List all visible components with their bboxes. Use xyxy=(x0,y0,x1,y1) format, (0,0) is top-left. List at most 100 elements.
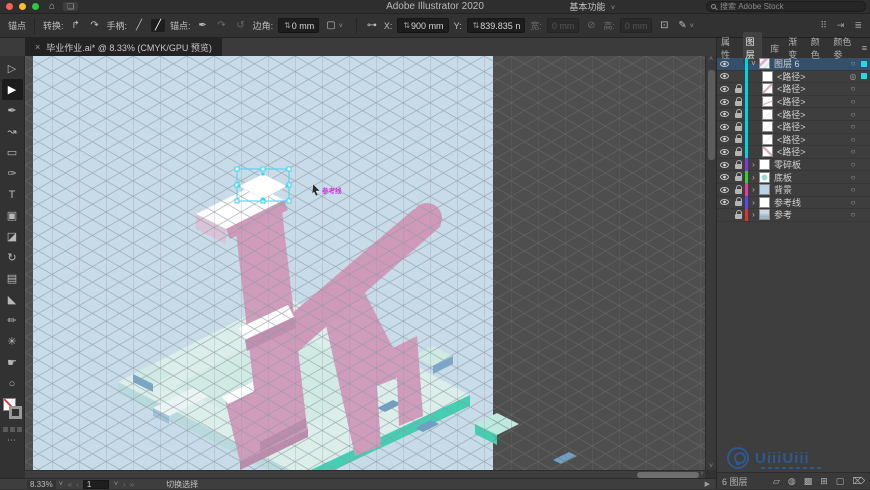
zoom-tool[interactable]: ○ xyxy=(2,373,23,394)
visibility-toggle[interactable] xyxy=(717,136,732,143)
target-circle-icon[interactable]: ○ xyxy=(847,198,859,207)
layer-thumbnail[interactable] xyxy=(762,121,773,133)
layer-name[interactable]: <路径> xyxy=(777,145,847,158)
layer-thumbnail[interactable] xyxy=(759,196,770,208)
minimize-window-button[interactable] xyxy=(19,3,26,10)
remove-anchor-icon[interactable]: ✒ xyxy=(196,19,210,32)
expand-chevron-icon[interactable]: › xyxy=(748,173,759,182)
layer-name[interactable]: 背景 xyxy=(774,183,847,196)
selection-tool[interactable]: ▷ xyxy=(2,58,23,79)
search-input[interactable] xyxy=(720,2,860,11)
zoom-dropdown-icon[interactable]: ˅ xyxy=(59,481,63,488)
layer-thumbnail[interactable] xyxy=(759,209,770,221)
visibility-toggle[interactable] xyxy=(717,85,732,92)
make-mask-icon[interactable]: ▩ xyxy=(804,476,813,487)
layout-switch-icon[interactable]: ❏ xyxy=(63,2,79,11)
layer-row-path[interactable]: <路径> ○ xyxy=(717,133,870,147)
horizontal-scrollbar[interactable]: › xyxy=(25,470,705,478)
hand-tool[interactable]: ☛ xyxy=(2,352,23,373)
lock-toggle[interactable] xyxy=(732,172,745,182)
layer-thumbnail[interactable] xyxy=(759,159,770,171)
reference-point-icon[interactable]: ⊶ xyxy=(365,19,379,32)
fill-stroke-swatches[interactable] xyxy=(2,398,23,424)
visibility-toggle[interactable] xyxy=(717,174,732,181)
scroll-down-icon[interactable]: ˅ xyxy=(709,463,713,470)
artboard-number-field[interactable]: 1 xyxy=(82,479,109,489)
next-artboard-icon[interactable]: › xyxy=(123,480,126,489)
symbol-sprayer-tool[interactable]: ✳ xyxy=(2,331,23,352)
collect-for-export-icon[interactable]: ▱ xyxy=(773,476,780,487)
layer-thumbnail[interactable] xyxy=(759,58,770,70)
expand-chevron-icon[interactable]: › xyxy=(748,198,759,207)
corner-field[interactable]: ⇅ 0 mm xyxy=(278,18,320,33)
handles-hide-icon[interactable]: ╱ xyxy=(132,19,146,32)
pen-tool[interactable]: ✒ xyxy=(2,100,23,121)
layer-row-path[interactable]: <路径> ◎ xyxy=(717,70,870,84)
workspace-switcher[interactable]: 基本功能 ˅ xyxy=(569,0,618,13)
close-window-button[interactable] xyxy=(6,3,13,10)
layer-thumbnail[interactable] xyxy=(762,70,773,82)
paintbrush-tool[interactable]: ✑ xyxy=(2,163,23,184)
layer-row-guides[interactable]: › 参考线 ○ xyxy=(717,196,870,210)
layer-thumbnail[interactable] xyxy=(759,171,770,183)
layer-row-path[interactable]: <路径> ○ xyxy=(717,145,870,159)
type-tool[interactable]: T xyxy=(2,184,23,205)
color-mode-icon[interactable] xyxy=(2,427,8,432)
stepper-icon[interactable]: ⇅ xyxy=(473,21,480,30)
expand-chevron-icon[interactable]: › xyxy=(748,185,759,194)
vertical-scroll-thumb[interactable] xyxy=(708,70,715,160)
distribute-icon[interactable]: ⇥ xyxy=(837,20,845,31)
visibility-toggle[interactable] xyxy=(717,123,732,130)
lock-toggle[interactable] xyxy=(732,83,745,93)
eyedropper-tool[interactable]: ◣ xyxy=(2,289,23,310)
canvas[interactable]: 参考线 xyxy=(25,56,705,470)
layer-thumbnail[interactable] xyxy=(762,96,773,108)
layer-row-path[interactable]: <路径> ○ xyxy=(717,120,870,134)
handles-show-icon[interactable]: ╱ xyxy=(151,19,166,32)
target-circle-icon[interactable]: ○ xyxy=(847,110,859,119)
vertical-scrollbar[interactable]: ˄ ˅ xyxy=(705,56,716,470)
new-layer-icon[interactable]: ▢ xyxy=(836,476,845,487)
target-circle-icon[interactable]: ○ xyxy=(847,160,859,169)
home-icon[interactable]: ⌂ xyxy=(49,1,55,12)
target-circle-icon[interactable]: ○ xyxy=(847,147,859,156)
layer-row-base-board[interactable]: › 底板 ○ xyxy=(717,170,870,184)
visibility-toggle[interactable] xyxy=(717,148,732,155)
lock-toggle[interactable] xyxy=(732,96,745,106)
pencil-tool[interactable]: ✏ xyxy=(2,310,23,331)
layer-row-background[interactable]: › 背景 ○ xyxy=(717,183,870,197)
stepper-icon[interactable]: ⇅ xyxy=(403,21,410,30)
visibility-toggle[interactable] xyxy=(717,60,732,67)
layer-name[interactable]: 参考线 xyxy=(774,196,847,209)
expand-chevron-icon[interactable]: › xyxy=(748,210,759,219)
lock-toggle[interactable] xyxy=(732,134,745,144)
stepper-icon[interactable]: ⇅ xyxy=(284,21,291,30)
rectangle-tool[interactable]: ▭ xyxy=(2,142,23,163)
align-dots-icon[interactable]: ⠿ xyxy=(820,20,827,31)
convert-smooth-icon[interactable]: ↷ xyxy=(88,19,102,32)
options-list-icon[interactable]: ≣ xyxy=(854,20,862,31)
visibility-toggle[interactable] xyxy=(717,161,732,168)
expand-chevron-icon[interactable]: › xyxy=(748,160,759,169)
layer-row-reference[interactable]: › 参考 ○ xyxy=(717,208,870,222)
lock-toggle[interactable] xyxy=(732,146,745,156)
target-circle-icon[interactable]: ○ xyxy=(847,173,859,182)
tab-libraries[interactable]: 库 xyxy=(769,39,780,58)
lock-toggle[interactable] xyxy=(732,159,745,169)
delete-layer-icon[interactable]: ⌦ xyxy=(852,476,865,487)
status-play-icon[interactable]: ▶ xyxy=(705,480,710,488)
layer-row-path[interactable]: <路径> ○ xyxy=(717,95,870,109)
bounding-box-icon[interactable]: ▢ ˅ xyxy=(324,19,348,32)
layer-thumbnail[interactable] xyxy=(762,108,773,120)
scroll-right-icon[interactable]: › xyxy=(701,470,703,477)
layer-row-path[interactable]: <路径> ○ xyxy=(717,107,870,121)
target-circle-icon[interactable]: ○ xyxy=(847,84,859,93)
layer-thumbnail[interactable] xyxy=(762,133,773,145)
target-circle-icon[interactable]: ○ xyxy=(847,210,859,219)
first-artboard-icon[interactable]: « xyxy=(68,480,72,489)
target-circle-icon[interactable]: ○ xyxy=(847,59,859,68)
lock-toggle[interactable] xyxy=(732,197,745,207)
locate-object-icon[interactable]: ◍ xyxy=(788,476,796,487)
close-tab-icon[interactable]: × xyxy=(35,42,40,52)
layer-name[interactable]: 零碎板 xyxy=(774,158,847,171)
